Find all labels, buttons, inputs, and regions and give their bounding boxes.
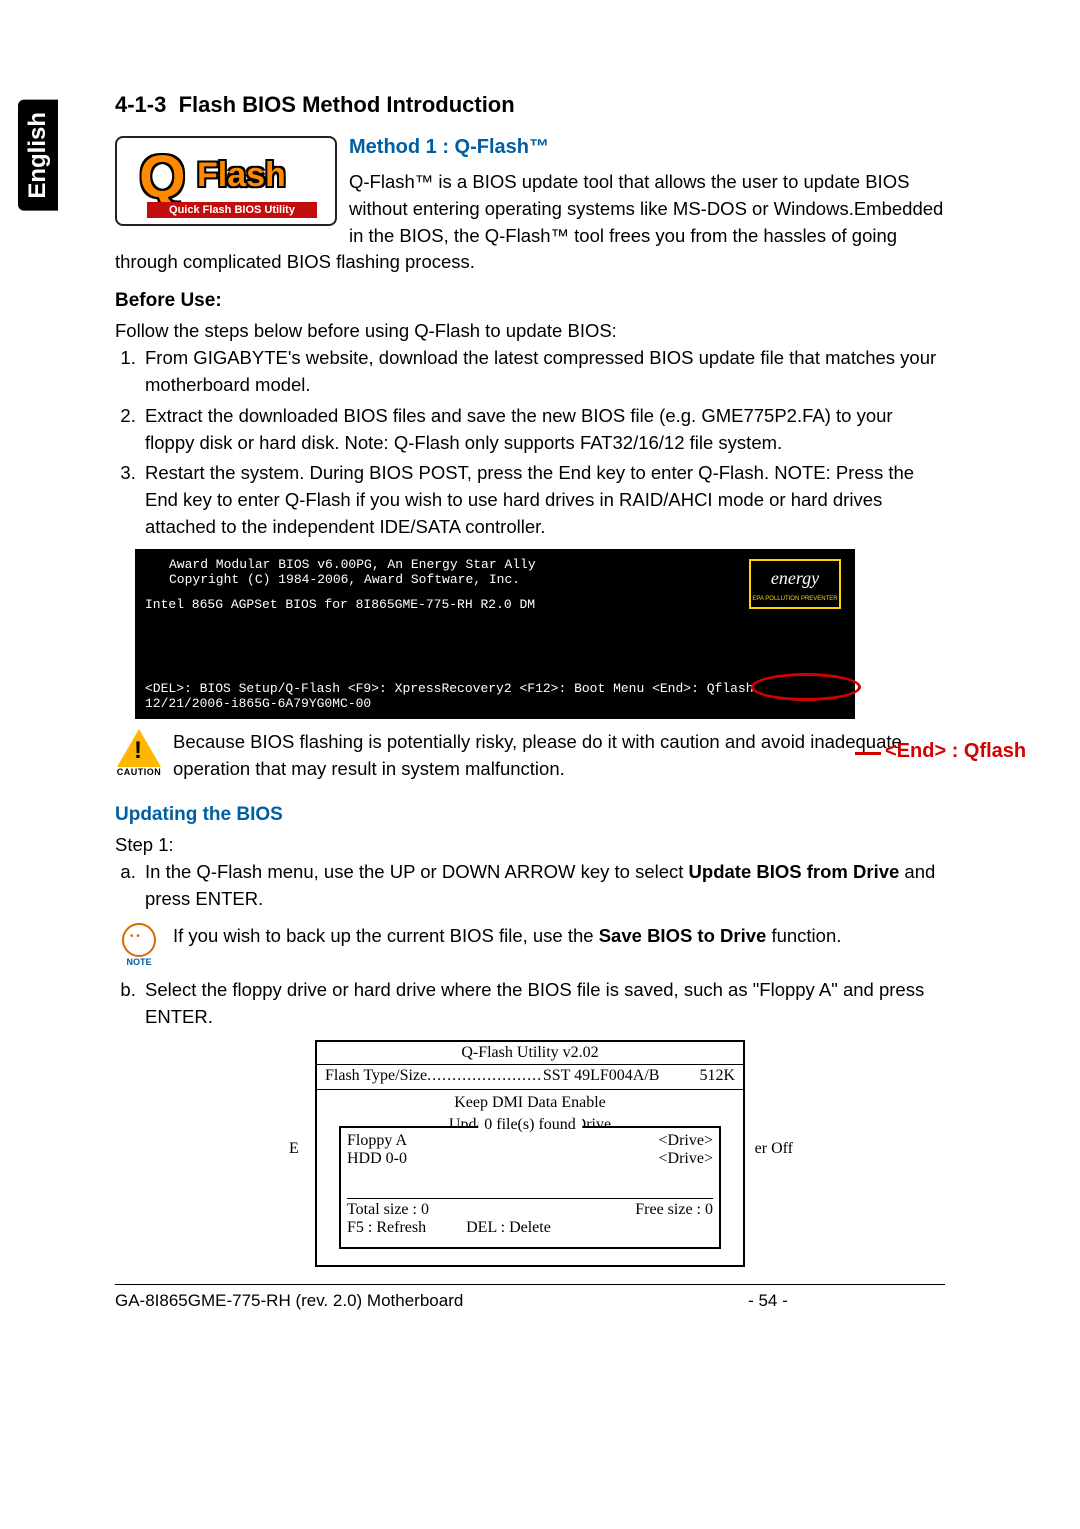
bios-line1: Award Modular BIOS v6.00PG, An Energy St…	[169, 557, 845, 572]
footer-model: GA-8I865GME-775-RH (rev. 2.0) Motherboar…	[115, 1291, 463, 1310]
util-free: Free size : 0	[635, 1201, 713, 1219]
caution-text: Because BIOS flashing is potentially ris…	[173, 729, 945, 783]
util-del: DEL : Delete	[466, 1219, 551, 1237]
caution-block: CAUTION Because BIOS flashing is potenti…	[115, 729, 945, 783]
util-flash-type-row: Flash Type/Size ........................…	[317, 1065, 743, 1087]
before-step-2: Extract the downloaded BIOS files and sa…	[141, 403, 945, 457]
bios-keys-line: <DEL>: BIOS Setup/Q-Flash <F9>: XpressRe…	[145, 681, 845, 696]
qflash-utility-box: Q-Flash Utility v2.02 Flash Type/Size ..…	[315, 1040, 745, 1267]
util-left-marker: E	[289, 1140, 299, 1158]
section-title: 4-1-3 Flash BIOS Method Introduction	[115, 92, 945, 118]
note-text: If you wish to back up the current BIOS …	[173, 923, 841, 950]
footer-page: - 54 -	[748, 1291, 788, 1310]
util-floppy-drive: <Drive>	[659, 1132, 713, 1150]
energy-text: energy	[771, 568, 819, 588]
bios-line2: Copyright (C) 1984-2006, Award Software,…	[169, 572, 845, 587]
before-step-3: Restart the system. During BIOS POST, pr…	[141, 460, 945, 540]
util-size-row: Total size : 0 Free size : 0	[347, 1201, 713, 1219]
before-step-1: From GIGABYTE's website, download the la…	[141, 345, 945, 399]
before-lead: Follow the steps below before using Q-Fl…	[115, 318, 945, 345]
note-pre: If you wish to back up the current BIOS …	[173, 925, 599, 946]
energy-sub: EPA POLLUTION PREVENTER	[751, 595, 839, 603]
warning-triangle-icon	[117, 729, 161, 767]
util-inner-divider	[347, 1198, 713, 1199]
util-floppy: Floppy A	[347, 1132, 467, 1150]
note-label: NOTE	[115, 957, 163, 967]
note-post: function.	[766, 925, 841, 946]
logo-q: Q	[139, 142, 186, 211]
updating-heading: Updating the BIOS	[115, 804, 945, 826]
util-flash-type-value: SST 49LF004A/B	[543, 1067, 660, 1085]
util-dmi: Keep DMI Data Enable	[317, 1092, 743, 1114]
bios-post-screenshot: Award Modular BIOS v6.00PG, An Energy St…	[135, 549, 855, 719]
before-steps: From GIGABYTE's website, download the la…	[141, 345, 945, 541]
logo-flash: Flash	[197, 156, 286, 195]
section-heading: Flash BIOS Method Introduction	[179, 92, 515, 117]
updating-steps: In the Q-Flash menu, use the UP or DOWN …	[141, 859, 945, 913]
util-hdd-row: HDD 0-0 <Drive>	[347, 1150, 713, 1168]
end-qflash-callout: <End> : Qflash	[885, 740, 1026, 763]
energy-star-logo: energy EPA POLLUTION PREVENTER	[749, 559, 841, 609]
util-right-marker: er Off	[755, 1140, 793, 1158]
bios-date-line: 12/21/2006-i865G-6A79YG0MC-00	[145, 696, 845, 711]
callout-circle	[751, 673, 861, 701]
util-title: Q-Flash Utility v2.02	[317, 1042, 743, 1065]
util-divider	[317, 1089, 743, 1090]
caution-label: CAUTION	[115, 767, 163, 777]
qflash-logo: Q Flash Quick Flash BIOS Utility	[115, 136, 337, 226]
util-keys-row: F5 : Refresh DEL : Delete	[347, 1219, 713, 1237]
note-face-icon	[122, 923, 156, 957]
bios-line3: Intel 865G AGPSet BIOS for 8I865GME-775-…	[145, 597, 845, 612]
util-floppy-row: Floppy A <Drive>	[347, 1132, 713, 1150]
updating-step-b: Select the floppy drive or hard drive wh…	[141, 977, 945, 1031]
logo-bar: Quick Flash BIOS Utility	[147, 202, 317, 218]
util-dots: ................................	[427, 1067, 543, 1085]
note-bold: Save BIOS to Drive	[599, 925, 767, 946]
page-footer: GA-8I865GME-775-RH (rev. 2.0) Motherboar…	[115, 1284, 945, 1311]
step-a-pre: In the Q-Flash menu, use the UP or DOWN …	[145, 861, 689, 882]
util-f5: F5 : Refresh	[347, 1219, 426, 1237]
bios-bottom: <DEL>: BIOS Setup/Q-Flash <F9>: XpressRe…	[145, 681, 845, 711]
step-a-bold: Update BIOS from Drive	[689, 861, 900, 882]
util-inner-wrap: E er Off 0 file(s) found Floppy A <Drive…	[317, 1136, 743, 1259]
page-content: 4-1-3 Flash BIOS Method Introduction Q F…	[115, 92, 945, 1267]
util-inner-box: 0 file(s) found Floppy A <Drive> HDD 0-0…	[339, 1126, 721, 1249]
updating-steps-b: Select the floppy drive or hard drive wh…	[141, 977, 945, 1031]
caution-icon: CAUTION	[115, 729, 163, 777]
util-flash-size: 512K	[659, 1067, 735, 1085]
updating-step-a: In the Q-Flash menu, use the UP or DOWN …	[141, 859, 945, 913]
note-block: NOTE If you wish to back up the current …	[115, 923, 945, 967]
step1-label: Step 1:	[115, 832, 945, 859]
note-icon: NOTE	[115, 923, 163, 967]
section-number: 4-1-3	[115, 92, 166, 117]
util-hdd: HDD 0-0	[347, 1150, 467, 1168]
util-flash-type-label: Flash Type/Size	[325, 1067, 427, 1085]
util-files-found: 0 file(s) found	[478, 1116, 582, 1134]
language-tab: English	[18, 100, 58, 211]
util-hdd-drive: <Drive>	[659, 1150, 713, 1168]
util-total: Total size : 0	[347, 1201, 429, 1219]
before-use-heading: Before Use:	[115, 290, 945, 312]
